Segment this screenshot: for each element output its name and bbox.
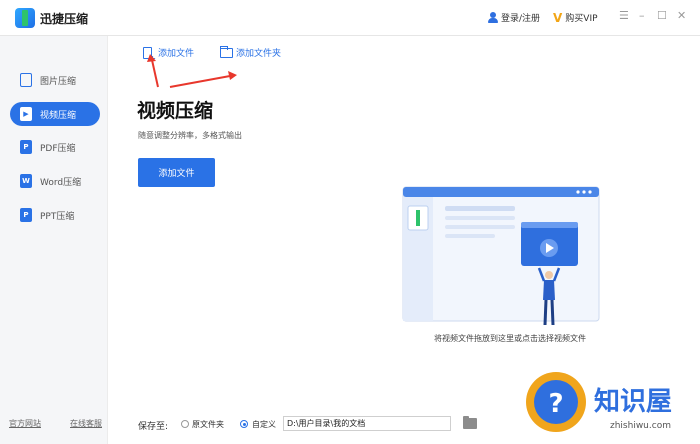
radio-custom-folder-label: 自定义 [252, 420, 276, 429]
drop-zone[interactable] [380, 182, 640, 342]
save-path-input[interactable] [283, 416, 451, 431]
drop-zone-window-bar [403, 187, 599, 197]
watermark-url: zhishiwu.com [610, 421, 671, 431]
annotation-arrow [169, 71, 237, 88]
radio-original-folder-label: 原文件夹 [192, 420, 224, 429]
watermark-logo: ? 知识屋 zhishiwu.com [520, 360, 700, 444]
radio-original-folder[interactable] [181, 420, 189, 428]
browse-folder-icon[interactable] [463, 416, 477, 429]
watermark-text: 知识屋 [594, 387, 672, 417]
save-location-label: 保存至: [138, 422, 169, 432]
annotation-arrow [147, 54, 159, 88]
svg-text:?: ? [548, 389, 563, 419]
radio-custom-folder[interactable] [240, 420, 248, 428]
page-title: 视频压缩 [137, 100, 214, 122]
add-file-button[interactable]: 添加文件 [138, 158, 215, 187]
page-subtitle: 随意调整分辨率，多格式输出 [138, 131, 242, 140]
drop-hint-text: 将视频文件拖放到这里或点击选择视频文件 [434, 334, 586, 343]
